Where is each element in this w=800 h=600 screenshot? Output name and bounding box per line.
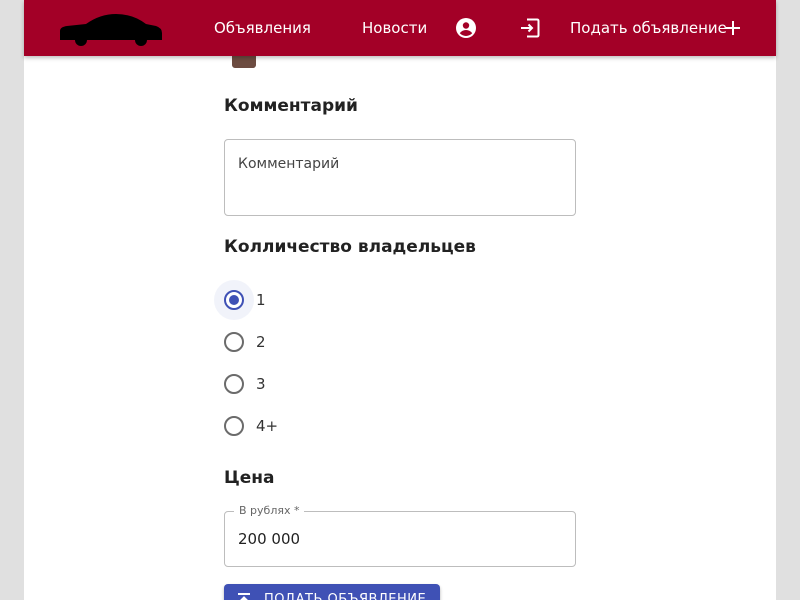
owners-radio-4plus[interactable]: 4+ xyxy=(214,406,414,446)
radio-unchecked-icon[interactable] xyxy=(224,332,244,352)
submit-label: ПОДАТЬ ОБЪЯВЛЕНИЕ xyxy=(264,592,427,600)
owners-radio-3[interactable]: 3 xyxy=(214,364,414,404)
radio-checked-icon[interactable] xyxy=(224,290,244,310)
price-field[interactable]: В рублях * xyxy=(224,504,576,567)
price-title: Цена xyxy=(224,468,275,488)
price-label: В рублях * xyxy=(234,504,305,517)
comment-title: Комментарий xyxy=(224,96,358,116)
car-silhouette-icon[interactable] xyxy=(56,10,164,46)
comment-field[interactable] xyxy=(224,139,576,216)
radio-label: 3 xyxy=(256,375,266,393)
plus-icon[interactable] xyxy=(721,16,745,40)
price-input[interactable] xyxy=(238,528,558,550)
nav-ads-link[interactable]: Объявления xyxy=(214,0,311,56)
owners-radio-1[interactable]: 1 xyxy=(214,280,414,320)
submit-ad-button[interactable]: ПОДАТЬ ОБЪЯВЛЕНИЕ xyxy=(224,584,440,600)
radio-label: 4+ xyxy=(256,417,279,435)
owners-radio-2[interactable]: 2 xyxy=(214,322,414,362)
radio-unchecked-icon[interactable] xyxy=(224,374,244,394)
radio-unchecked-icon[interactable] xyxy=(224,416,244,436)
comment-input[interactable] xyxy=(238,156,563,208)
post-ad-link[interactable]: Подать объявление xyxy=(570,0,727,56)
radio-label: 2 xyxy=(256,333,266,351)
owners-title: Колличество владельцев xyxy=(224,237,476,257)
login-icon[interactable] xyxy=(518,16,542,40)
account-circle-icon[interactable] xyxy=(454,16,478,40)
radio-label: 1 xyxy=(256,291,266,309)
upload-icon xyxy=(238,593,250,600)
app-header: Объявления Новости Подать объявление xyxy=(24,0,776,56)
nav-news-link[interactable]: Новости xyxy=(362,0,427,56)
